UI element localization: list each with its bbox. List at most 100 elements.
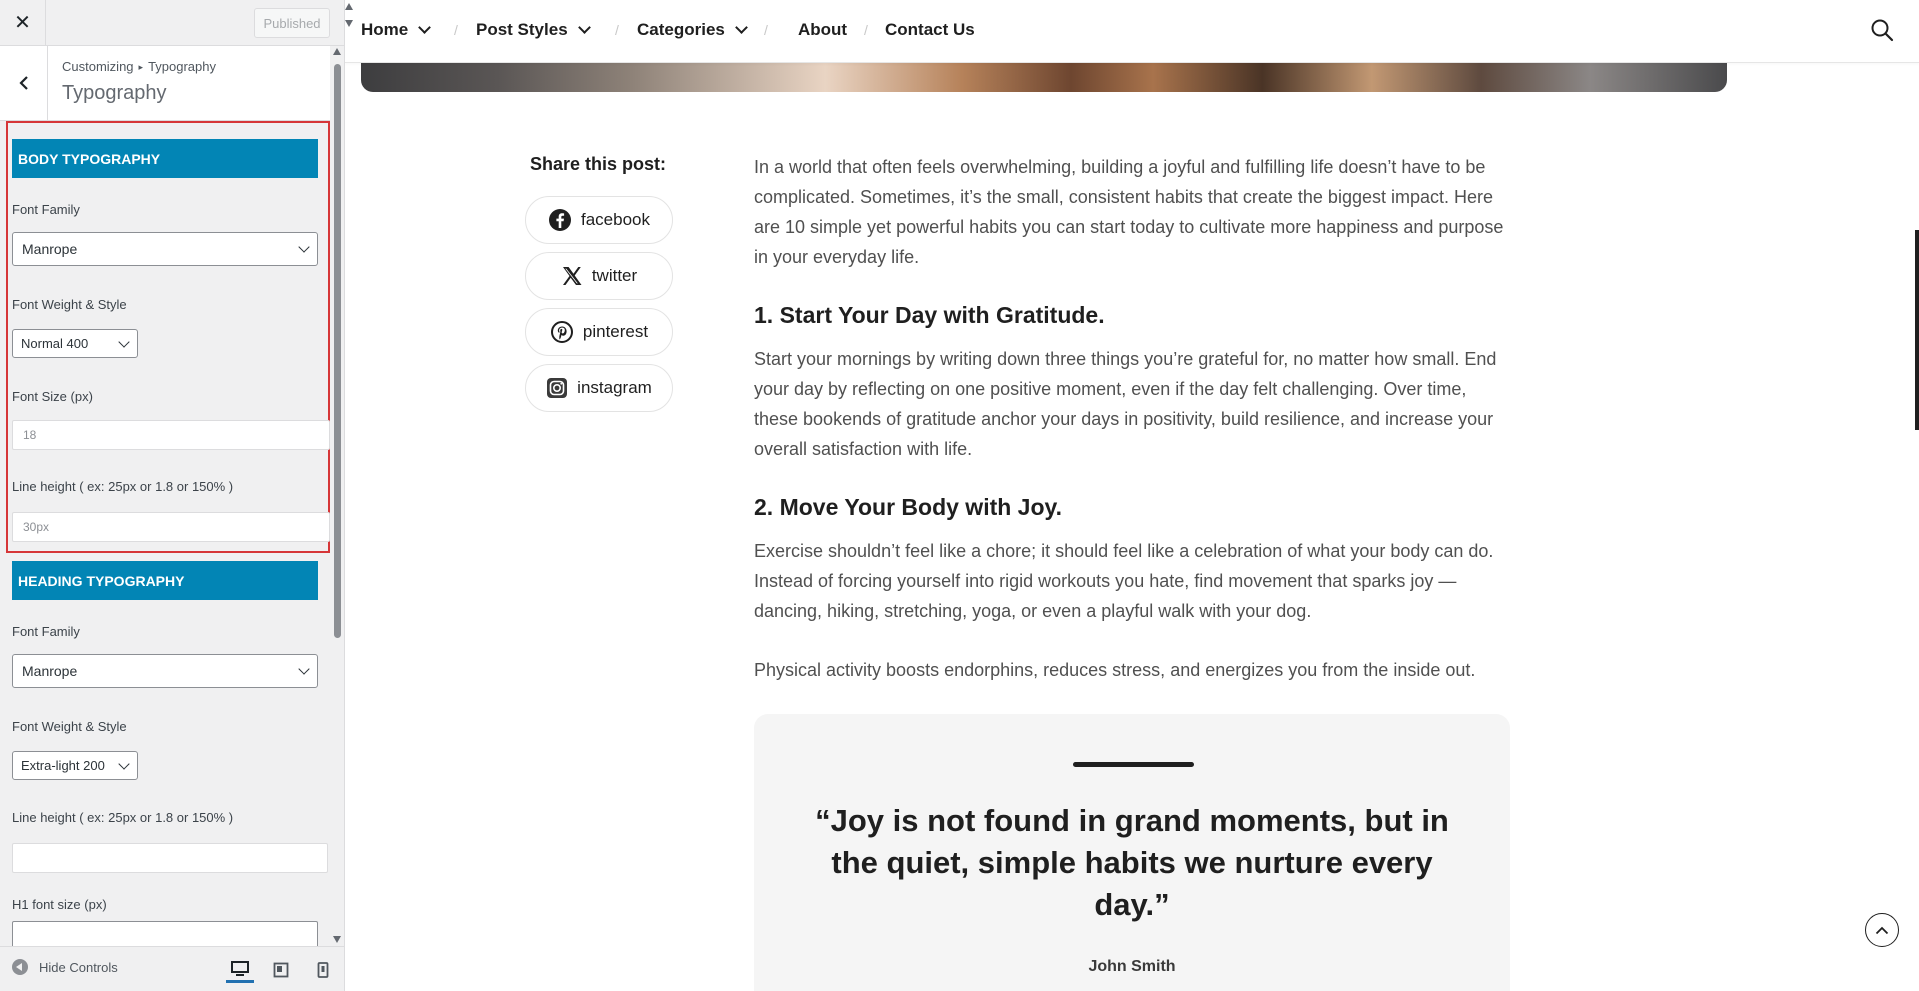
back-button[interactable] [0,46,48,120]
nav-contact-us-label: Contact Us [885,20,975,39]
article-paragraph-activity: Physical activity boosts endorphins, red… [754,660,1476,680]
article-heading-gratitude: 1. Start Your Day with Gratitude. [754,302,1105,328]
preview-desktop-button[interactable] [226,957,254,983]
heading-font-family-label: Font Family [12,624,80,639]
nav-post-styles[interactable]: Post Styles [476,20,591,40]
heading-font-weight-label: Font Weight & Style [12,719,127,734]
article-intro: In a world that often feels overwhelming… [754,157,1504,267]
facebook-icon [549,209,571,231]
mobile-icon [317,962,329,978]
body-font-weight-select[interactable]: Normal 400 [12,329,138,358]
h1-font-size-input[interactable] [12,921,318,946]
heading-line-height-label: Line height ( ex: 25px or 1.8 or 150% ) [12,810,234,825]
nav-separator: / [864,22,868,38]
article-paragraph-move: Exercise shouldn’t feel like a chore; it… [754,541,1494,621]
h1-font-size-label: H1 font size (px) [12,897,107,912]
close-icon: ✕ [14,12,31,34]
hide-controls-label: Hide Controls [39,959,118,975]
body-font-size-placeholder: 18 [23,428,37,442]
arrow-up-icon [1875,926,1889,935]
body-font-size-input[interactable]: 18 [12,420,330,450]
scroll-up-arrow-icon[interactable] [345,3,353,10]
share-pinterest-button[interactable]: pinterest [525,308,673,356]
x-twitter-icon [562,267,582,285]
customizer-footer: Hide Controls [0,946,344,991]
share-twitter-button[interactable]: twitter [525,252,673,300]
chevron-down-icon [577,20,591,34]
body-line-height-label: Line height ( ex: 25px or 1.8 or 150% ) [12,479,234,494]
controls-scroll-area: BODY TYPOGRAPHY Font Family Manrope Font… [0,121,330,946]
scrollbar-thumb[interactable] [334,64,341,638]
body-line-height-input[interactable]: 30px [12,512,330,542]
body-font-weight-label: Font Weight & Style [12,297,127,312]
main-navigation: Home / Post Styles / Categories / About … [345,0,1919,63]
share-pinterest-label: pinterest [582,322,649,341]
body-font-family-value: Manrope [22,241,78,257]
close-customizer-button[interactable]: ✕ [0,0,46,45]
heading-typography-section-header[interactable]: HEADING TYPOGRAPHY [12,561,318,600]
share-instagram-label: instagram [577,378,652,397]
customizer-header: ✕ Published [0,0,344,46]
nav-separator: / [615,22,619,38]
share-title: Share this post: [530,154,667,174]
body-font-family-label: Font Family [12,202,80,217]
chevron-left-icon [18,76,28,90]
desktop-icon [231,960,249,976]
share-twitter-label: twitter [591,266,638,285]
chevron-down-icon [298,241,310,253]
blockquote: “Joy is not found in grand moments, but … [754,714,1510,991]
search-button[interactable] [1870,18,1894,47]
nav-about[interactable]: About [798,20,847,40]
nav-contact-us[interactable]: Contact Us [885,20,975,40]
quote-divider [1073,762,1194,767]
quote-text: “Joy is not found in grand moments, but … [815,803,1449,922]
share-facebook-label: facebook [581,210,650,229]
heading-font-family-value: Manrope [22,663,78,679]
heading-font-weight-select[interactable]: Extra-light 200 [12,751,138,780]
chevron-down-icon [735,20,748,34]
nav-home[interactable]: Home [361,20,432,40]
chevron-down-icon [118,336,130,348]
scroll-up-arrow-icon[interactable] [333,48,341,55]
controls-scrollbar[interactable] [330,46,344,946]
body-line-height-placeholder: 30px [23,520,50,534]
article-paragraph-gratitude: Start your mornings by writing down thre… [754,349,1497,459]
heading-font-family-select[interactable]: Manrope [12,654,318,688]
nav-post-styles-label: Post Styles [476,20,568,39]
panel-title-bar: Customizing ▸ Typography Typography [0,46,344,121]
share-facebook-button[interactable]: facebook [525,196,673,244]
publish-button[interactable]: Published [254,8,330,38]
search-icon [1871,19,1894,42]
tablet-icon [273,962,289,978]
chevron-down-icon [118,758,130,770]
breadcrumb-root: Customizing [62,59,134,74]
nav-home-label: Home [361,20,409,39]
nav-about-label: About [798,20,848,39]
customizer-sidebar: ✕ Published Customizing ▸ Typography Typog… [0,0,345,991]
body-font-family-select[interactable]: Manrope [12,232,318,266]
instagram-icon [547,378,568,398]
scroll-to-top-button[interactable] [1865,913,1899,947]
chevron-down-icon [418,20,432,34]
heading-line-height-input[interactable] [12,843,328,873]
breadcrumb: Customizing ▸ Typography [62,59,216,74]
scroll-down-arrow-icon[interactable] [333,936,341,943]
share-instagram-button[interactable]: instagram [525,364,673,412]
body-font-weight-value: Normal 400 [21,336,89,351]
hide-controls-button[interactable]: Hide Controls [12,959,118,975]
nav-separator: / [454,22,458,38]
collapse-icon [12,959,28,975]
body-font-size-label: Font Size (px) [12,389,93,404]
nav-categories[interactable]: Categories [637,20,748,40]
panel-title: Typography [62,82,167,104]
site-preview: Home / Post Styles / Categories / About … [345,0,1919,991]
chevron-down-icon [298,663,310,675]
scroll-down-arrow-icon[interactable] [345,20,353,27]
preview-mobile-button[interactable] [309,957,337,983]
nav-separator: / [764,22,768,38]
preview-scroll-indicator[interactable] [1915,230,1919,430]
body-typography-section-header[interactable]: BODY TYPOGRAPHY [12,139,318,178]
breadcrumb-separator: ▸ [138,62,144,72]
preview-tablet-button[interactable] [267,957,295,983]
heading-font-weight-value: Extra-light 200 [21,758,105,773]
